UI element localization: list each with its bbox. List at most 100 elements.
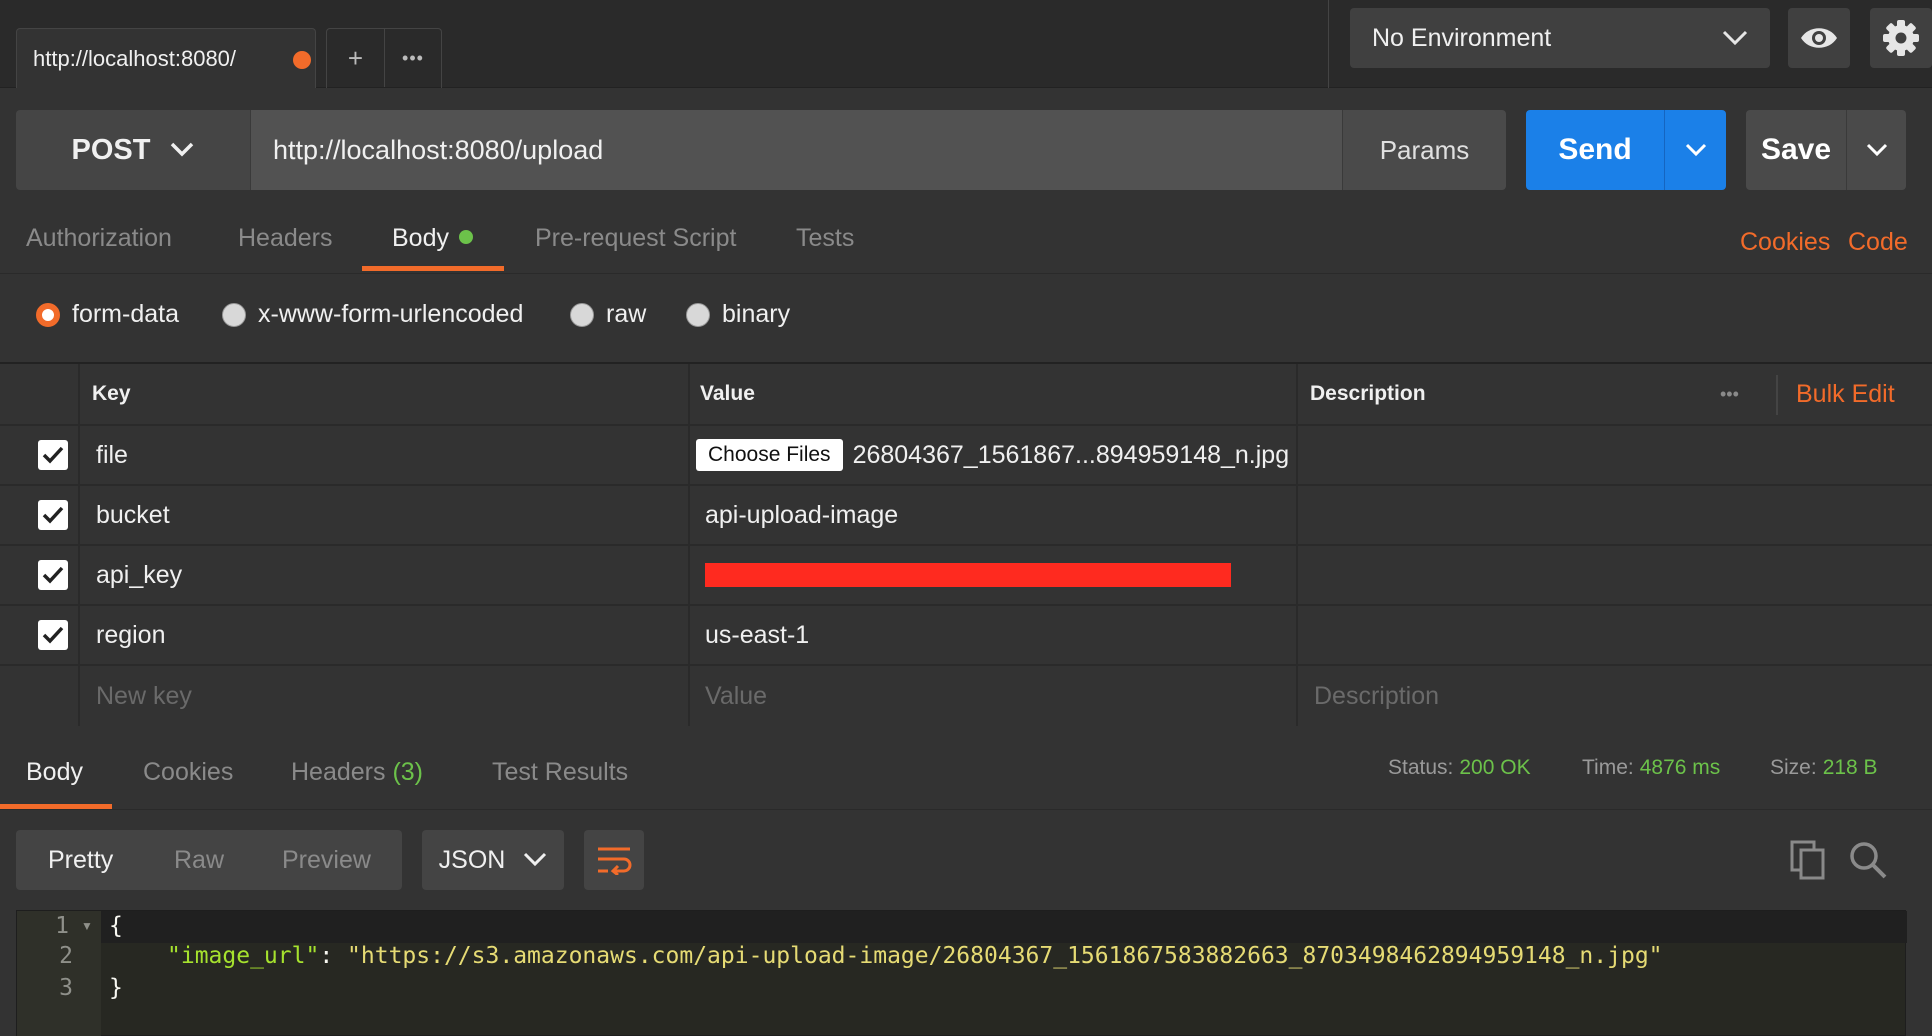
view-mode-group: Pretty Raw Preview <box>16 830 402 890</box>
send-button[interactable]: Send <box>1526 110 1664 190</box>
row-checkbox[interactable] <box>38 606 68 664</box>
save-button[interactable]: Save <box>1746 110 1846 190</box>
response-tab-headers[interactable]: Headers (3) <box>291 758 423 787</box>
line-number: 1 <box>55 913 69 939</box>
radio-binary[interactable]: binary <box>686 300 790 329</box>
row-checkbox[interactable] <box>38 426 68 484</box>
column-header-key: Key <box>92 382 131 405</box>
column-divider <box>1296 546 1298 604</box>
header-divider <box>1776 375 1778 415</box>
view-raw-button[interactable]: Raw <box>174 830 224 890</box>
search-button[interactable] <box>1848 840 1888 885</box>
table-more-button[interactable]: ••• <box>1720 364 1739 424</box>
key-field[interactable]: file <box>96 426 128 484</box>
value-field[interactable] <box>705 546 1231 604</box>
column-divider <box>1296 606 1298 664</box>
radio-label: binary <box>722 300 791 328</box>
value-field[interactable]: api-upload-image <box>705 486 898 544</box>
line-number-gutter: 1 ▼ 2 3 <box>17 911 101 1036</box>
fold-arrow-icon[interactable]: ▼ <box>81 919 93 933</box>
chevron-down-icon <box>1685 143 1706 157</box>
size-value: 218 B <box>1822 756 1878 779</box>
active-line-highlight <box>101 911 1907 943</box>
tab-headers[interactable]: Headers <box>238 224 333 253</box>
radio-icon <box>686 302 710 327</box>
chevron-down-icon <box>1866 143 1887 157</box>
key-field[interactable]: region <box>96 606 166 664</box>
key-field[interactable]: bucket <box>96 486 170 544</box>
new-tab-button[interactable]: + <box>327 29 384 87</box>
column-divider <box>78 606 80 664</box>
code-line: "image_url": "https://s3.amazonaws.com/a… <box>167 943 1663 969</box>
response-body-viewer[interactable]: 1 ▼ 2 3 { "image_url": "https://s3.amazo… <box>16 910 1907 1036</box>
line-number: 3 <box>59 975 73 1001</box>
table-header-row: Key Value Description ••• Bulk Edit <box>0 364 1932 426</box>
chevron-down-icon <box>171 142 194 157</box>
size-meta: Size: 218 B <box>1770 756 1878 780</box>
code-line: { <box>109 913 123 939</box>
params-button[interactable]: Params <box>1342 110 1506 190</box>
tab-prerequest-script[interactable]: Pre-request Script <box>535 224 736 253</box>
column-divider <box>1296 426 1298 484</box>
column-divider <box>78 486 80 544</box>
column-divider <box>688 426 690 484</box>
save-options-button[interactable] <box>1846 110 1906 190</box>
column-divider <box>78 546 80 604</box>
line-number: 2 <box>59 943 73 969</box>
new-value-input[interactable]: Value <box>705 666 767 726</box>
choose-files-button[interactable]: Choose Files <box>696 439 843 471</box>
request-tab[interactable]: http://localhost:8080/ <box>16 28 316 88</box>
response-tab-cookies[interactable]: Cookies <box>143 758 233 787</box>
radio-raw[interactable]: raw <box>570 300 646 329</box>
json-value: "https://s3.amazonaws.com/api-upload-ima… <box>347 943 1663 969</box>
checkmark-icon <box>38 560 68 590</box>
divider <box>1328 0 1329 88</box>
plus-icon: + <box>347 42 364 73</box>
environment-quick-look-button[interactable] <box>1788 8 1850 68</box>
method-select[interactable]: POST <box>16 110 250 190</box>
checkmark-icon <box>38 440 68 470</box>
bulk-edit-button[interactable]: Bulk Edit <box>1796 364 1895 424</box>
new-description-input[interactable]: Description <box>1314 666 1439 726</box>
view-preview-button[interactable]: Preview <box>282 830 371 890</box>
tab-body[interactable]: Body <box>392 224 473 253</box>
tab-more-button[interactable]: ••• <box>383 29 441 87</box>
copy-button[interactable] <box>1790 840 1826 885</box>
manage-environments-button[interactable] <box>1870 8 1932 68</box>
column-divider <box>78 666 80 726</box>
tab-body-label: Body <box>392 224 449 252</box>
url-input[interactable]: http://localhost:8080/upload <box>250 110 1342 190</box>
response-tab-body[interactable]: Body <box>26 758 83 787</box>
tab-tests[interactable]: Tests <box>796 224 854 253</box>
response-tab-headers-label: Headers <box>291 758 386 786</box>
response-tab-test-results[interactable]: Test Results <box>492 758 628 787</box>
new-key-input[interactable]: New key <box>96 666 192 726</box>
environment-select[interactable]: No Environment <box>1350 8 1770 68</box>
status-label: Status: <box>1388 756 1454 779</box>
tab-authorization[interactable]: Authorization <box>26 224 172 253</box>
value-field[interactable]: us-east-1 <box>705 606 809 664</box>
format-label: JSON <box>438 845 506 874</box>
json-key: "image_url" <box>167 943 320 969</box>
radio-icon <box>222 302 246 327</box>
column-divider <box>688 486 690 544</box>
view-pretty-button[interactable]: Pretty <box>48 830 113 890</box>
row-checkbox[interactable] <box>38 546 68 604</box>
radio-urlencoded[interactable]: x-www-form-urlencoded <box>222 300 523 329</box>
table-row: api_key <box>0 546 1932 606</box>
redaction-bar <box>705 563 1231 587</box>
key-field[interactable]: api_key <box>96 546 182 604</box>
format-select[interactable]: JSON <box>422 830 564 890</box>
time-meta: Time: 4876 ms <box>1582 756 1720 780</box>
json-colon: : <box>319 943 348 969</box>
send-options-button[interactable] <box>1664 110 1726 190</box>
wrap-lines-button[interactable] <box>584 830 644 890</box>
form-data-table: Key Value Description ••• Bulk Edit file… <box>0 362 1932 727</box>
column-header-description: Description <box>1310 382 1426 405</box>
row-checkbox[interactable] <box>38 486 68 544</box>
radio-label: raw <box>606 300 647 328</box>
radio-form-data[interactable]: form-data <box>36 300 179 329</box>
code-link[interactable]: Code <box>1848 228 1908 257</box>
column-divider <box>688 606 690 664</box>
cookies-link[interactable]: Cookies <box>1740 228 1830 257</box>
